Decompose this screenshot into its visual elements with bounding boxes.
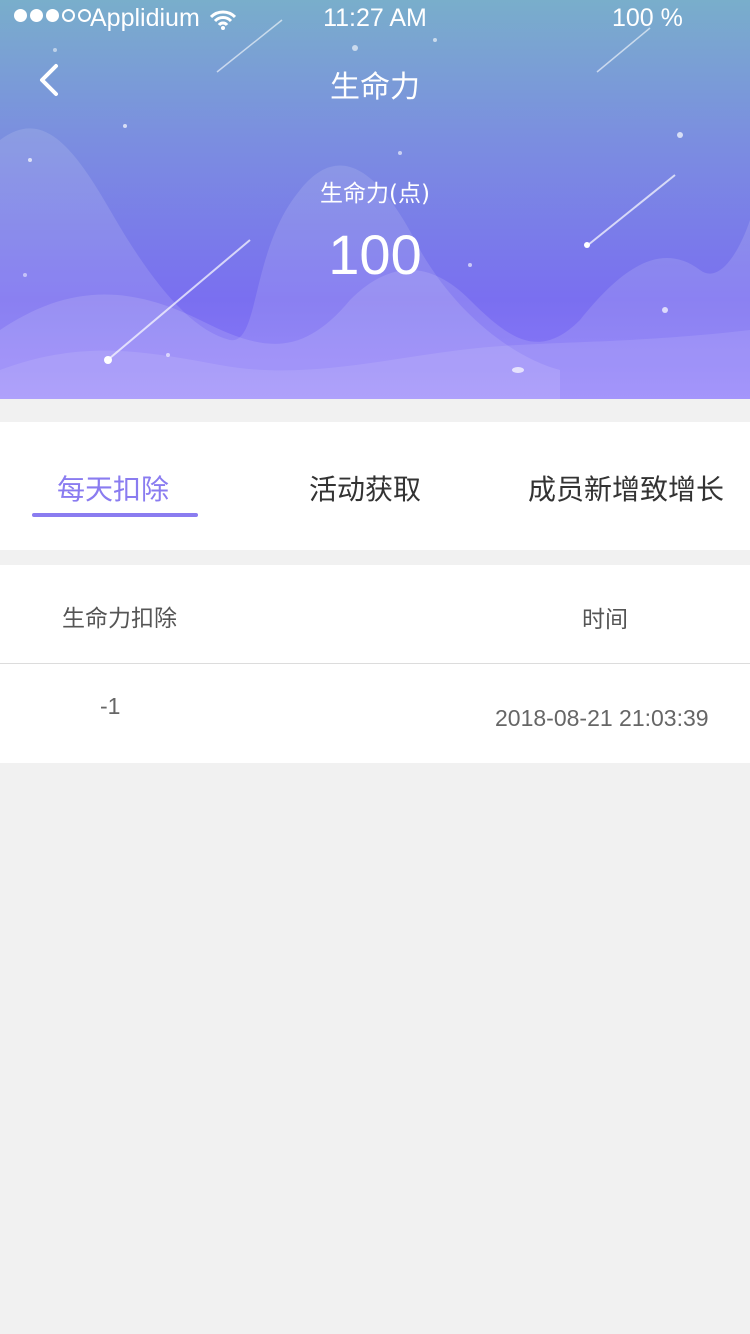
- deduction-value: -1: [100, 693, 121, 719]
- record-table: 生命力扣除 时间 -1 2018-08-21 21:03:39: [0, 565, 750, 763]
- tab-member-growth[interactable]: 成员新增致增长: [528, 468, 724, 508]
- score-value: 100: [328, 223, 422, 286]
- status-bar: Applidium 11:27 AM 100 %: [0, 0, 750, 40]
- column-header-time: 时间: [582, 607, 628, 633]
- page-title: 生命力: [330, 70, 420, 105]
- battery-level: 100 %: [612, 4, 683, 32]
- table-row: -1 2018-08-21 21:03:39: [0, 665, 750, 763]
- record-time: 2018-08-21 21:03:39: [495, 705, 709, 731]
- tab-bar: 每天扣除 活动获取 成员新增致增长: [0, 422, 750, 550]
- tab-activity-gain[interactable]: 活动获取: [309, 468, 421, 508]
- header-banner: Applidium 11:27 AM 100 % 生命力 生命力(点) 100: [0, 0, 750, 399]
- table-header: 生命力扣除 时间: [0, 565, 750, 664]
- column-header-deduction: 生命力扣除: [62, 606, 177, 632]
- tab-daily-deduction[interactable]: 每天扣除: [57, 468, 169, 508]
- active-tab-indicator: [32, 513, 198, 517]
- score-label: 生命力(点): [320, 181, 430, 207]
